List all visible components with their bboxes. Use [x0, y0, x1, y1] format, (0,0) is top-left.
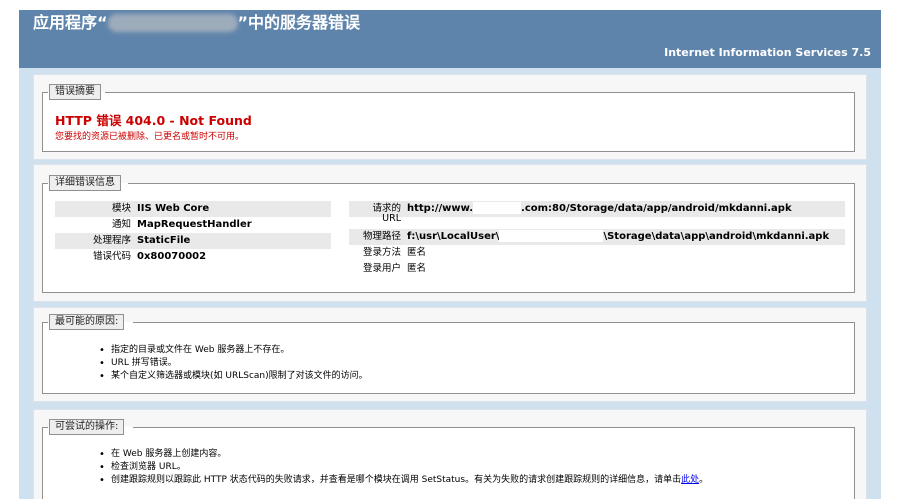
causes-legend: 最可能的原因: — [49, 314, 125, 330]
list-item: 指定的目录或文件在 Web 服务器上不存在。 — [99, 344, 368, 357]
causes-list: 指定的目录或文件在 Web 服务器上不存在。 URL 拼写错误。 某个自定义筛选… — [99, 344, 368, 383]
error-message: 您要找的资源已被删除、已更名或暂时不可用。 — [55, 132, 245, 142]
details-legend: 详细错误信息 — [49, 175, 121, 191]
redacted-app-name — [107, 14, 238, 32]
detail-row-module: 模块 IIS Web Core — [55, 201, 331, 217]
details-panel: 详细错误信息 模块 IIS Web Core 通知 MapRequestHand… — [33, 164, 867, 302]
summary-fieldset: 错误摘要 HTTP 错误 404.0 - Not Found 您要找的资源已被删… — [42, 84, 855, 152]
detail-row-physical-path: 物理路径 f:\usr\LocalUser\ \Storage\data\app\… — [349, 229, 845, 245]
list-item: 某个自定义筛选器或模块(如 URLScan)限制了对该文件的访问。 — [99, 370, 368, 383]
detail-row-logon-method: 登录方法 匿名 — [362, 247, 427, 258]
detail-row-handler: 处理程序 StaticFile — [55, 233, 331, 249]
actions-list: 在 Web 服务器上创建内容。 检查浏览器 URL。 创建跟踪规则以跟踪此 HT… — [99, 448, 708, 487]
list-item: URL 拼写错误。 — [99, 357, 368, 370]
tracing-help-link[interactable]: 此处 — [681, 475, 699, 485]
actions-fieldset: 可尝试的操作: 在 Web 服务器上创建内容。 检查浏览器 URL。 创建跟踪规… — [42, 419, 855, 499]
actions-legend: 可尝试的操作: — [49, 419, 125, 435]
detail-row-error-code: 错误代码 0x80070002 — [92, 251, 207, 262]
summary-panel: 错误摘要 HTTP 错误 404.0 - Not Found 您要找的资源已被删… — [33, 74, 867, 160]
server-name: Internet Information Services 7.5 — [664, 46, 871, 59]
summary-legend: 错误摘要 — [49, 84, 101, 100]
actions-panel: 可尝试的操作: 在 Web 服务器上创建内容。 检查浏览器 URL。 创建跟踪规… — [33, 409, 867, 499]
list-item: 在 Web 服务器上创建内容。 — [99, 448, 708, 461]
detail-row-notification: 通知 MapRequestHandler — [111, 219, 252, 230]
list-item: 创建跟踪规则以跟踪此 HTTP 状态代码的失败请求，并查看是哪个模块在调用 Se… — [99, 474, 708, 487]
error-page-frame: 应用程序“ ”中的服务器错误 Internet Information Servi… — [19, 10, 881, 499]
redacted-path — [499, 230, 604, 242]
causes-panel: 最可能的原因: 指定的目录或文件在 Web 服务器上不存在。 URL 拼写错误。… — [33, 307, 867, 402]
detail-row-url-label: URL — [382, 213, 401, 224]
detail-row-logon-user: 登录用户 匿名 — [349, 261, 845, 277]
causes-fieldset: 最可能的原因: 指定的目录或文件在 Web 服务器上不存在。 URL 拼写错误。… — [42, 314, 855, 394]
details-fieldset: 详细错误信息 模块 IIS Web Core 通知 MapRequestHand… — [42, 175, 855, 293]
page-header: 应用程序“ ”中的服务器错误 Internet Information Servi… — [19, 10, 881, 68]
list-item: 检查浏览器 URL。 — [99, 461, 708, 474]
page-title: 应用程序“ ”中的服务器错误 — [33, 13, 361, 32]
physical-path: f:\usr\LocalUser\ \Storage\data\app\andro… — [407, 230, 830, 242]
error-title: HTTP 错误 404.0 - Not Found — [55, 113, 252, 128]
